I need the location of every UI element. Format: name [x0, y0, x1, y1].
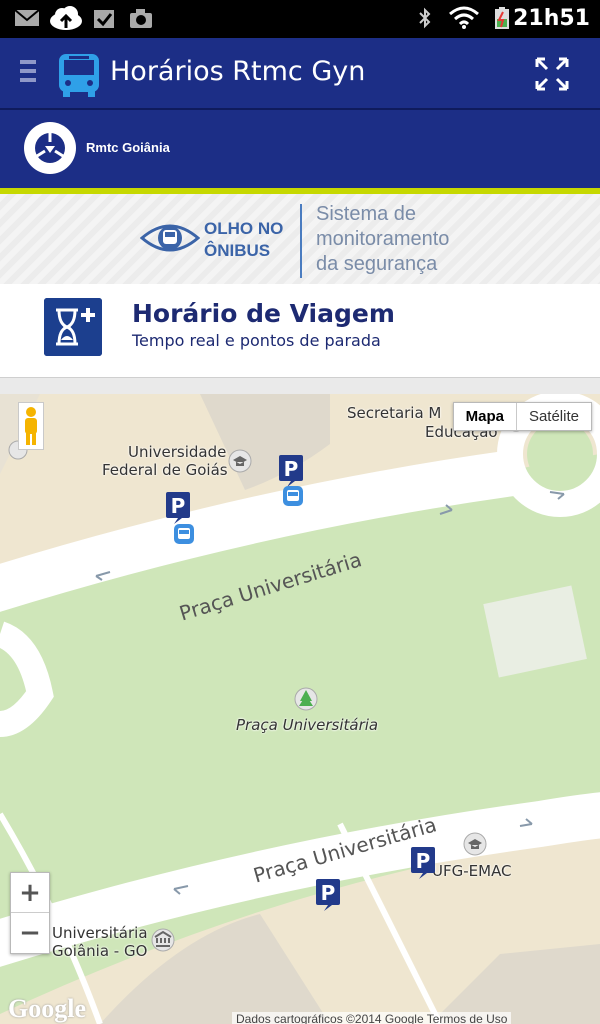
page-title: Horário de Viagem	[132, 299, 395, 328]
zoom-in-button[interactable]: +	[11, 873, 49, 913]
battery-charging-icon	[495, 7, 509, 29]
banner-separator	[300, 204, 302, 278]
cloud-upload-icon	[50, 6, 82, 30]
parking-pin-icon[interactable]: P	[278, 454, 304, 488]
svg-text:P: P	[321, 881, 336, 905]
bus-stop-icon[interactable]	[282, 485, 304, 507]
drawer-menu-icon[interactable]	[20, 60, 36, 88]
gmail-icon	[14, 9, 40, 26]
bluetooth-icon	[419, 7, 431, 29]
bus-icon	[59, 54, 99, 97]
task-done-icon	[94, 10, 114, 28]
banner-brand-line2: ÔNIBUS	[204, 241, 271, 260]
camera-icon	[130, 9, 152, 28]
tagline-line2: monitoramento	[316, 228, 450, 250]
map-label-park: Praça Universitária	[236, 716, 379, 734]
section-header: Horário de Viagem Tempo real e pontos de…	[0, 284, 600, 378]
brand-bar: Rmtc Goiânia	[0, 110, 600, 188]
hourglass-add-icon	[44, 298, 102, 356]
status-bar: 21h51	[0, 0, 600, 38]
svg-text:P: P	[284, 457, 299, 481]
parking-pin-icon[interactable]: P	[165, 491, 191, 525]
parking-pin-icon[interactable]: P	[410, 846, 436, 880]
svg-text:P: P	[416, 849, 431, 873]
rmtc-logo	[24, 122, 76, 174]
app-bar: Horários Rtmc Gyn	[0, 38, 600, 110]
map-label-goiania-go: Goiânia - GO	[52, 942, 148, 960]
map-label-ufg-emac: UFG-EMAC	[432, 862, 512, 880]
eye-bus-icon	[140, 224, 200, 252]
map-attribution[interactable]: Dados cartográficos ©2014 Google Termos …	[232, 1012, 512, 1024]
status-time: 21h51	[513, 6, 590, 31]
tagline-line3: da segurança	[316, 253, 438, 275]
page-subtitle: Tempo real e pontos de parada	[132, 331, 381, 350]
street-view-pegman-icon[interactable]	[18, 402, 44, 450]
map-label-secretaria: Secretaria M	[347, 404, 442, 422]
banner-brand-line1: OLHO NO	[204, 219, 284, 238]
map-type-map-button[interactable]: Mapa	[454, 403, 517, 430]
olho-no-onibus-banner: OLHO NO ÔNIBUS Sistema de monitoramento …	[0, 194, 600, 284]
banner-brand: OLHO NO ÔNIBUS	[204, 218, 283, 262]
tagline-line1: Sistema de	[316, 203, 417, 225]
app-title: Horários Rtmc Gyn	[110, 56, 366, 87]
map-type-toggle: Mapa Satélite	[452, 402, 592, 431]
map-type-satellite-button[interactable]: Satélite	[517, 403, 591, 430]
map-view[interactable]: Secretaria M Educação Universidade Feder…	[0, 394, 600, 1024]
parking-pin-icon[interactable]: P	[315, 878, 341, 912]
banner-tagline: Sistema de monitoramento da segurança	[316, 202, 449, 277]
google-logo: Google	[8, 994, 86, 1023]
zoom-control: + −	[10, 872, 50, 954]
svg-text:P: P	[171, 494, 186, 518]
map-label-ufg: Federal de Goiás	[102, 461, 228, 479]
bus-stop-icon[interactable]	[173, 523, 195, 545]
map-label-universidade: Universidade	[128, 443, 227, 461]
wifi-icon	[449, 6, 479, 29]
brand-name: Rmtc Goiânia	[86, 140, 170, 155]
zoom-out-button[interactable]: −	[11, 913, 49, 953]
map-label-univ-goiania: Universitária	[52, 924, 148, 942]
fullscreen-icon[interactable]	[534, 56, 570, 92]
